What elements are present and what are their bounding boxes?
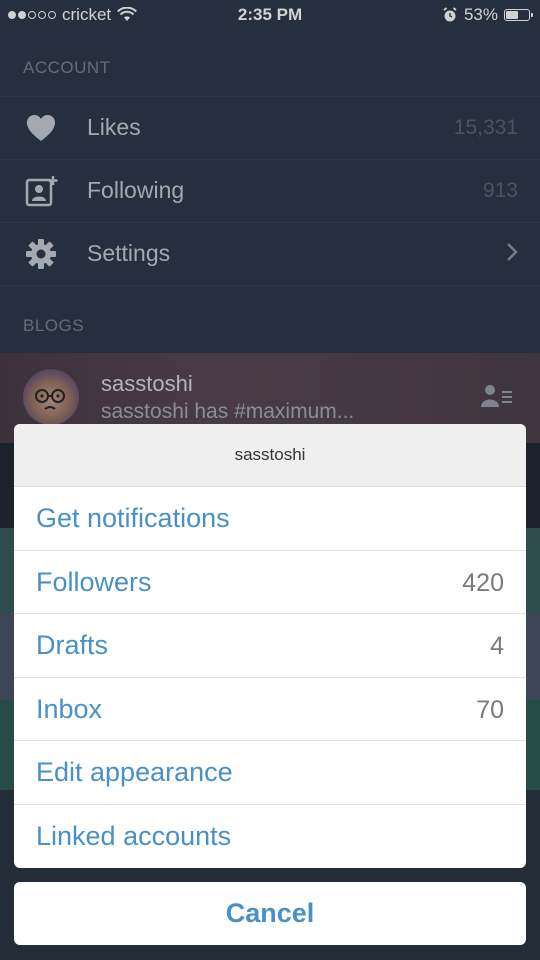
followers-option[interactable]: Followers 420 <box>14 551 526 614</box>
drafts-count: 4 <box>490 632 504 660</box>
option-label: Get notifications <box>36 503 230 533</box>
followers-count: 420 <box>462 568 504 597</box>
option-label: Linked accounts <box>36 820 232 851</box>
inbox-count: 70 <box>476 695 504 724</box>
edit-appearance-option[interactable]: Edit appearance <box>14 741 526 805</box>
option-label: Followers <box>36 566 152 597</box>
inbox-option[interactable]: Inbox 70 <box>14 678 526 741</box>
action-sheet: sasstoshi Get notifications Followers 42… <box>14 424 526 868</box>
linked-accounts-option[interactable]: Linked accounts <box>14 805 526 869</box>
option-label: Inbox <box>36 693 103 724</box>
option-label: Edit appearance <box>36 757 233 787</box>
action-sheet-title: sasstoshi <box>14 424 526 487</box>
cancel-button[interactable]: Cancel <box>14 882 526 945</box>
option-label: Drafts <box>36 630 109 660</box>
drafts-option[interactable]: Drafts 4 <box>14 614 526 678</box>
get-notifications-option[interactable]: Get notifications <box>14 487 526 551</box>
